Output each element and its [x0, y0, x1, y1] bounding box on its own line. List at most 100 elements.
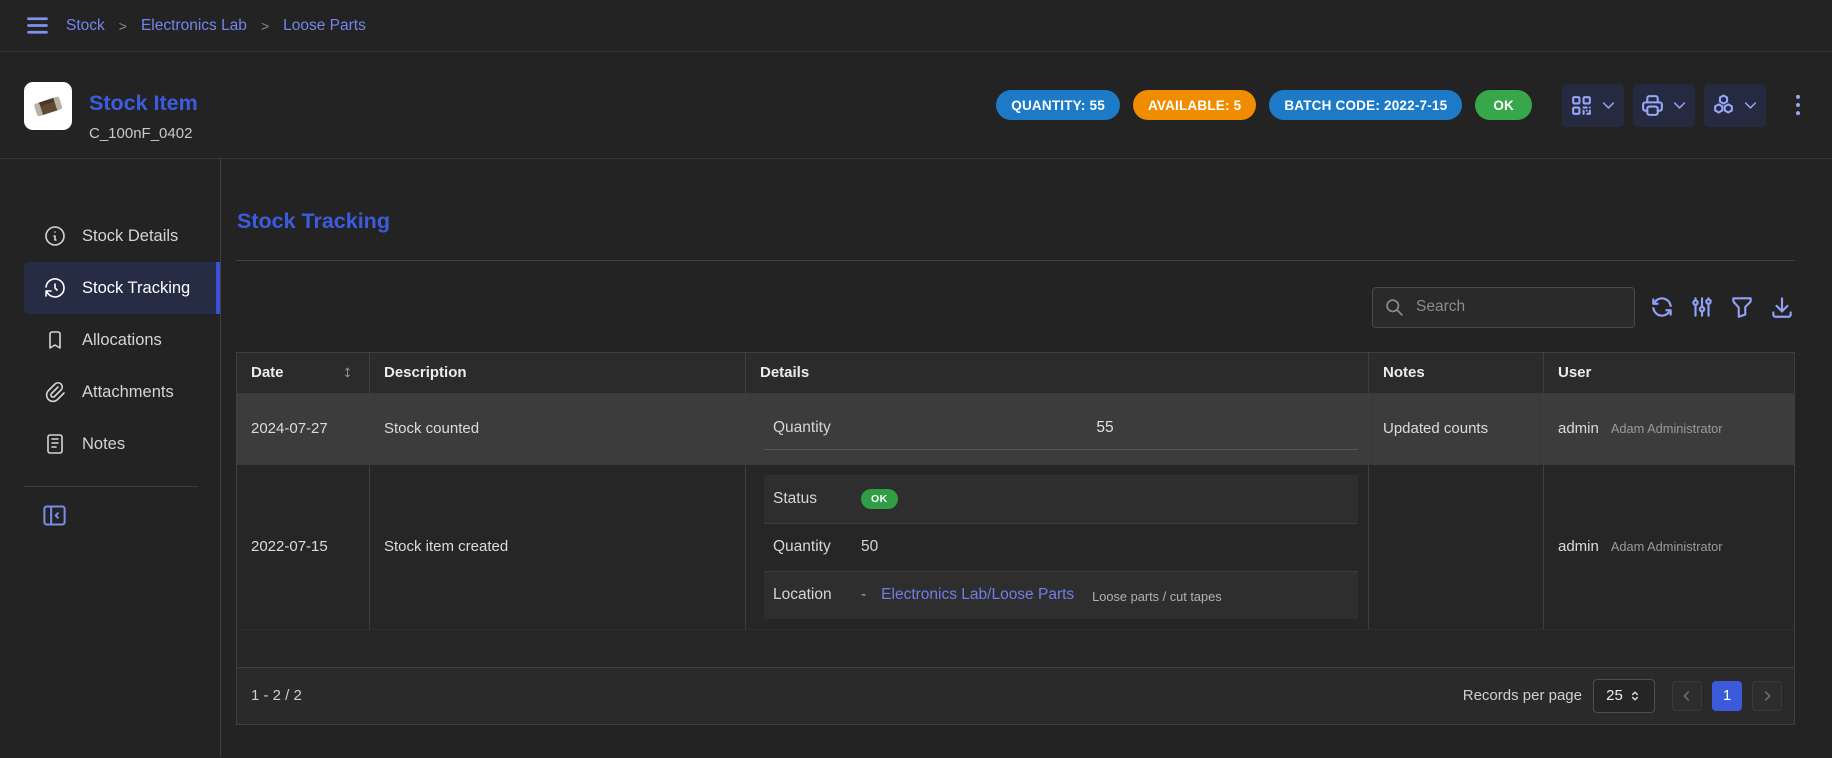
- title-block: Stock Item C_100nF_0402: [89, 69, 198, 142]
- barcode-actions-button[interactable]: [1562, 84, 1624, 127]
- detail-row-quantity: Quantity 55: [764, 407, 1358, 450]
- pager: 1: [1672, 681, 1782, 711]
- sidebar-collapse-icon: [41, 502, 68, 529]
- batch-code-badge: BATCH CODE: 2022-7-15: [1269, 90, 1462, 120]
- main-panel: Stock Tracking: [221, 159, 1832, 757]
- qr-code-icon: [1569, 93, 1594, 118]
- adjustments-icon: [1689, 294, 1715, 320]
- sidebar-item-label: Allocations: [82, 331, 162, 350]
- chevron-left-icon: [1679, 688, 1695, 704]
- detail-label: Status: [773, 490, 861, 508]
- user-wrap: admin Adam Administrator: [1558, 420, 1723, 437]
- search-box: [1372, 287, 1635, 328]
- column-header-details: Details: [745, 353, 1368, 393]
- available-badge: AVAILABLE: 5: [1133, 90, 1256, 120]
- more-options-button[interactable]: [1784, 91, 1812, 119]
- filter-icon: [1729, 294, 1755, 320]
- cell-date: 2022-07-15: [237, 465, 369, 629]
- download-icon: [1769, 294, 1795, 320]
- location-dash: -: [861, 586, 866, 604]
- history-icon: [43, 276, 67, 300]
- status-badges: QUANTITY: 55 AVAILABLE: 5 BATCH CODE: 20…: [996, 90, 1532, 120]
- table-footer: 1 - 2 / 2 Records per page 25: [237, 667, 1794, 724]
- chevron-down-icon: [1741, 96, 1760, 115]
- user-wrap: admin Adam Administrator: [1558, 538, 1723, 555]
- location-link[interactable]: Electronics Lab/Loose Parts: [881, 586, 1074, 604]
- stock-item-thumbnail[interactable]: [24, 82, 72, 130]
- location-note: Loose parts / cut tapes: [1092, 587, 1221, 604]
- column-header-date[interactable]: Date: [237, 353, 369, 393]
- column-header-label: Notes: [1383, 364, 1425, 381]
- table-toolbar: [236, 287, 1795, 328]
- breadcrumb-loose-parts[interactable]: Loose Parts: [283, 17, 366, 35]
- dots-vertical-icon: [1784, 91, 1812, 119]
- column-header-description[interactable]: Description: [369, 353, 745, 393]
- bookmark-icon: [43, 328, 67, 352]
- stock-item-name: C_100nF_0402: [89, 126, 198, 141]
- sidebar-item-stock-details[interactable]: Stock Details: [24, 210, 220, 262]
- page-size-select[interactable]: 25: [1593, 679, 1655, 713]
- print-actions-button[interactable]: [1633, 84, 1695, 127]
- table-header-row: Date Description Details Notes User: [237, 353, 1794, 393]
- refresh-icon: [1649, 294, 1675, 320]
- refresh-button[interactable]: [1649, 294, 1675, 320]
- sidebar: Stock Details Stock Tracking Allocations…: [0, 159, 221, 757]
- column-header-label: Description: [384, 364, 467, 381]
- column-header-user: User: [1543, 353, 1794, 393]
- sidebar-item-label: Attachments: [82, 383, 174, 402]
- column-header-label: Date: [251, 364, 284, 381]
- filter-button[interactable]: [1729, 294, 1755, 320]
- column-header-notes: Notes: [1368, 353, 1543, 393]
- sidebar-item-label: Stock Details: [82, 227, 178, 246]
- detail-label: Quantity: [773, 419, 861, 437]
- table-empty-space: [237, 629, 1794, 667]
- sidebar-item-label: Notes: [82, 435, 125, 454]
- download-button[interactable]: [1769, 294, 1795, 320]
- page-1-button[interactable]: 1: [1712, 681, 1742, 711]
- table-row[interactable]: 2024-07-27 Stock counted Quantity 55 Upd…: [237, 393, 1794, 464]
- hamburger-menu-icon[interactable]: [24, 12, 51, 39]
- quantity-badge: QUANTITY: 55: [996, 90, 1120, 120]
- search-icon: [1384, 297, 1405, 318]
- page-body: Stock Details Stock Tracking Allocations…: [0, 159, 1832, 757]
- cell-details: Quantity 55: [745, 394, 1368, 464]
- column-header-label: Details: [760, 364, 809, 381]
- capacitor-image: [30, 88, 66, 124]
- detail-row-quantity: Quantity 50: [764, 523, 1358, 571]
- top-navigation-bar: Stock > Electronics Lab > Loose Parts: [0, 0, 1832, 52]
- header-actions: [1562, 84, 1812, 127]
- status-ok-mini-badge: OK: [861, 489, 898, 509]
- breadcrumb-separator: >: [119, 18, 127, 34]
- breadcrumb-separator: >: [261, 18, 269, 34]
- table-row[interactable]: 2022-07-15 Stock item created Status OK …: [237, 464, 1794, 629]
- breadcrumb-electronics-lab[interactable]: Electronics Lab: [141, 17, 247, 35]
- date-value: 2022-07-15: [251, 538, 328, 555]
- detail-row-location: Location - Electronics Lab/Loose Parts L…: [764, 571, 1358, 619]
- username: admin: [1558, 420, 1599, 437]
- search-input[interactable]: [1414, 297, 1623, 317]
- info-circle-icon: [43, 224, 67, 248]
- sidebar-collapse-button[interactable]: [41, 502, 68, 529]
- stock-actions-button[interactable]: [1704, 84, 1766, 127]
- column-header-label: User: [1558, 364, 1591, 381]
- paperclip-icon: [43, 380, 67, 404]
- sidebar-item-stock-tracking[interactable]: Stock Tracking: [24, 262, 220, 314]
- sidebar-item-allocations[interactable]: Allocations: [24, 314, 220, 366]
- table-settings-button[interactable]: [1689, 294, 1715, 320]
- previous-page-button[interactable]: [1672, 681, 1702, 711]
- sidebar-item-notes[interactable]: Notes: [24, 418, 220, 470]
- sidebar-item-attachments[interactable]: Attachments: [24, 366, 220, 418]
- cell-date: 2024-07-27: [237, 394, 369, 464]
- cell-description: Stock counted: [369, 394, 745, 464]
- sidebar-divider: [24, 486, 198, 487]
- breadcrumb-stock[interactable]: Stock: [66, 17, 105, 35]
- detail-label: Quantity: [773, 538, 861, 556]
- status-ok-badge: OK: [1475, 90, 1532, 120]
- details-subtable: Quantity 55: [764, 407, 1358, 450]
- page-size-value: 25: [1606, 687, 1623, 704]
- cell-details: Status OK Quantity 50 Location - Electro…: [745, 465, 1368, 629]
- cell-notes: [1368, 465, 1543, 629]
- description-value: Stock item created: [384, 538, 508, 555]
- next-page-button[interactable]: [1752, 681, 1782, 711]
- detail-row-status: Status OK: [764, 475, 1358, 523]
